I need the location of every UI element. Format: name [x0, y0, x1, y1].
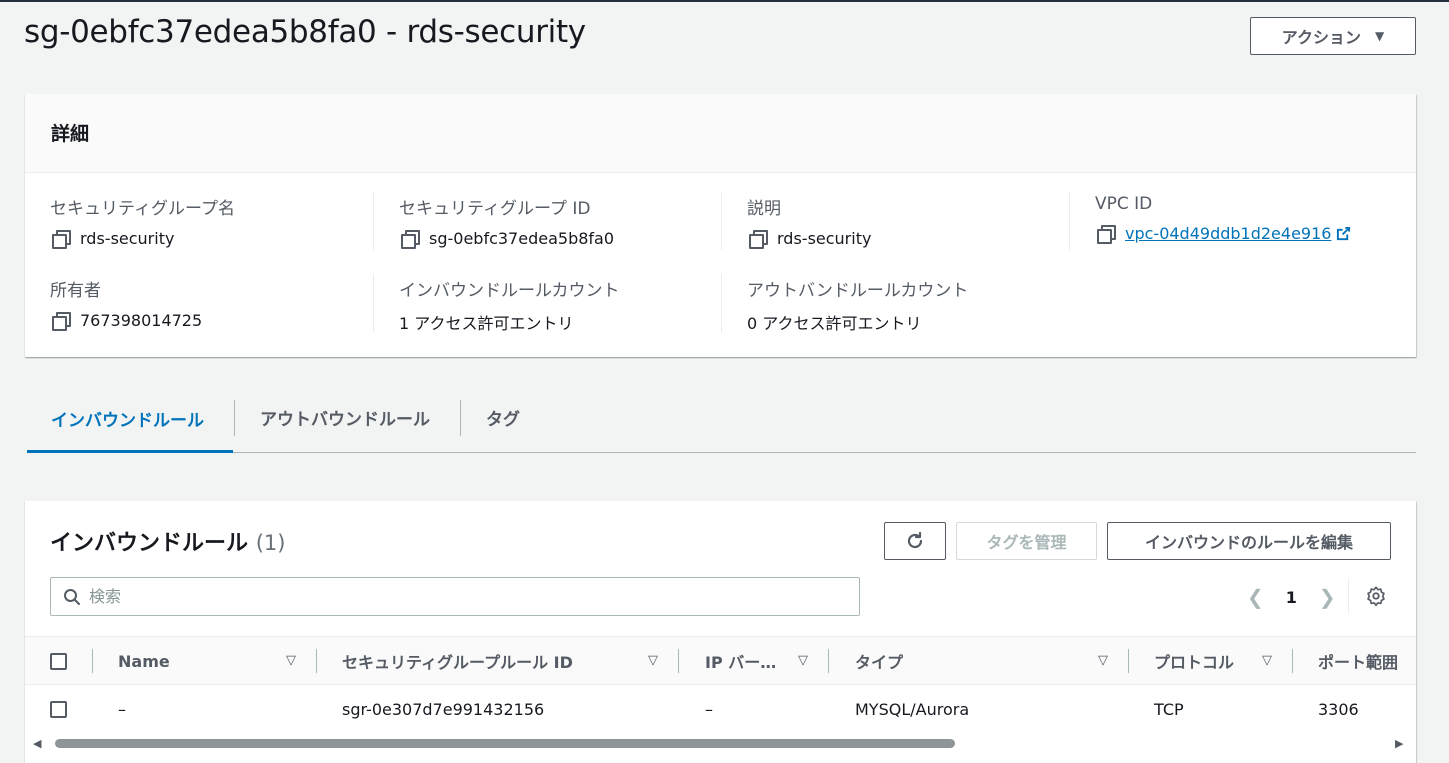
description-value: rds-security [777, 228, 872, 248]
sort-down-icon[interactable]: ▽ [798, 653, 808, 668]
rules-title: インバウンドルール (1) [50, 525, 285, 557]
column-header-port-range[interactable]: ポート範囲 [1318, 637, 1398, 685]
sort-down-icon[interactable]: ▽ [286, 653, 296, 668]
column-header-ip-version[interactable]: IP バー… [705, 637, 776, 685]
cell-name: – [118, 699, 126, 719]
external-link-icon[interactable] [1336, 226, 1351, 241]
search-icon [64, 588, 80, 605]
settings-gear-icon[interactable] [1365, 585, 1387, 611]
pagination: ❮ 1 ❯ [1247, 585, 1336, 609]
scroll-right-icon[interactable]: ▶ [1395, 737, 1403, 750]
pagination-divider [1348, 579, 1349, 613]
manage-tags-button[interactable]: タグを管理 [956, 522, 1097, 560]
copy-icon[interactable] [399, 228, 420, 249]
owner-field: 所有者 767398014725 [50, 276, 203, 331]
vpc-id-label: VPC ID [1095, 194, 1153, 214]
sg-name-value: rds-security [80, 228, 175, 248]
column-divider [373, 192, 374, 250]
top-border [0, 0, 1449, 2]
tab-separator [460, 400, 461, 436]
outbound-count-value: 0 アクセス許可エントリ [747, 314, 922, 333]
sg-name-field: セキュリティグループ名 rds-security [50, 194, 235, 249]
inbound-count-label: インバウンドルールカウント [399, 281, 620, 301]
column-header-type[interactable]: タイプ [855, 637, 903, 685]
chevron-left-icon[interactable]: ❮ [1247, 585, 1264, 609]
scroll-left-icon[interactable]: ◀ [33, 737, 41, 750]
actions-button-label: アクション [1281, 28, 1361, 47]
sort-down-icon[interactable]: ▽ [648, 653, 658, 668]
column-header-protocol[interactable]: プロトコル [1154, 637, 1234, 685]
cell-protocol: TCP [1154, 699, 1184, 719]
outbound-count-label: アウトバンドルールカウント [747, 281, 969, 301]
cell-port-range: 3306 [1318, 699, 1359, 719]
rules-count: (1) [255, 531, 286, 555]
column-divider [373, 274, 374, 332]
copy-icon[interactable] [50, 310, 71, 331]
select-all-checkbox[interactable] [50, 653, 67, 670]
column-resizer[interactable] [92, 649, 93, 673]
scrollbar-thumb[interactable] [55, 739, 955, 748]
column-resizer[interactable] [1128, 649, 1129, 673]
edit-inbound-rules-button[interactable]: インバウンドのルールを編集 [1107, 522, 1391, 560]
search-input[interactable] [89, 587, 839, 606]
table-header: Name ▽ セキュリティグループルール ID ▽ IP バー… ▽ タイプ ▽… [25, 636, 1416, 685]
inbound-rules-panel: インバウンドルール (1) タグを管理 インバウンドのルールを編集 ❮ 1 ❯ … [25, 501, 1416, 763]
owner-value: 767398014725 [80, 310, 203, 330]
details-panel: 詳細 セキュリティグループ名 rds-security セキュリティグループ I… [25, 94, 1416, 357]
sort-down-icon[interactable]: ▽ [1098, 653, 1108, 668]
sort-down-icon[interactable]: ▽ [1262, 653, 1272, 668]
copy-icon[interactable] [747, 228, 768, 249]
details-heading: 詳細 [25, 94, 1416, 173]
tab-tags[interactable]: タグ [462, 383, 544, 452]
description-field: 説明 rds-security [747, 194, 872, 249]
copy-icon[interactable] [1095, 223, 1116, 244]
page-number[interactable]: 1 [1286, 588, 1297, 607]
sg-id-label: セキュリティグループ ID [399, 199, 591, 219]
cell-ip-version: – [705, 699, 713, 719]
vpc-id-link[interactable]: vpc-04d49ddb1d2e4e916 [1125, 224, 1331, 243]
search-box [50, 577, 860, 616]
owner-label: 所有者 [50, 281, 101, 301]
row-checkbox[interactable] [50, 701, 67, 718]
column-divider [721, 274, 722, 332]
refresh-icon [907, 531, 923, 549]
tab-outbound-rules[interactable]: アウトバウンドルール [236, 383, 454, 452]
tab-inbound-rules[interactable]: インバウンドルール [27, 383, 233, 453]
column-header-rule-id[interactable]: セキュリティグループルール ID [342, 637, 573, 685]
chevron-right-icon[interactable]: ❯ [1319, 585, 1336, 609]
refresh-button[interactable] [884, 522, 946, 560]
column-resizer[interactable] [678, 649, 679, 673]
sg-id-value: sg-0ebfc37edea5b8fa0 [429, 228, 615, 248]
description-label: 説明 [747, 199, 781, 219]
page-title: sg-0ebfc37edea5b8fa0 - rds-security [24, 14, 586, 50]
cell-rule-id: sgr-0e307d7e991432156 [342, 699, 545, 719]
column-divider [1069, 192, 1070, 250]
column-divider [721, 192, 722, 250]
sg-id-field: セキュリティグループ ID sg-0ebfc37edea5b8fa0 [399, 194, 615, 249]
tab-bar: インバウンドルール アウトバウンドルール タグ [27, 383, 1416, 453]
actions-button[interactable]: アクション ▼ [1250, 17, 1416, 55]
sg-name-label: セキュリティグループ名 [50, 199, 235, 219]
inbound-count-value: 1 アクセス許可エントリ [399, 314, 574, 333]
caret-down-icon: ▼ [1374, 29, 1385, 43]
column-resizer[interactable] [316, 649, 317, 673]
column-resizer[interactable] [1292, 649, 1293, 673]
column-resizer[interactable] [828, 649, 829, 673]
rules-title-text: インバウンドルール [50, 531, 249, 556]
table-row[interactable]: – sgr-0e307d7e991432156 – MYSQL/Aurora T… [25, 685, 1416, 733]
outbound-count-field: アウトバンドルールカウント 0 アクセス許可エントリ [747, 276, 968, 334]
column-header-name[interactable]: Name [118, 637, 170, 685]
copy-icon[interactable] [50, 228, 71, 249]
vpc-id-field: VPC ID vpc-04d49ddb1d2e4e916 [1095, 194, 1351, 244]
horizontal-scrollbar[interactable]: ◀ ▶ [25, 737, 1416, 751]
inbound-count-field: インバウンドルールカウント 1 アクセス許可エントリ [399, 276, 620, 334]
tab-separator [234, 400, 235, 436]
cell-type: MYSQL/Aurora [855, 699, 970, 719]
